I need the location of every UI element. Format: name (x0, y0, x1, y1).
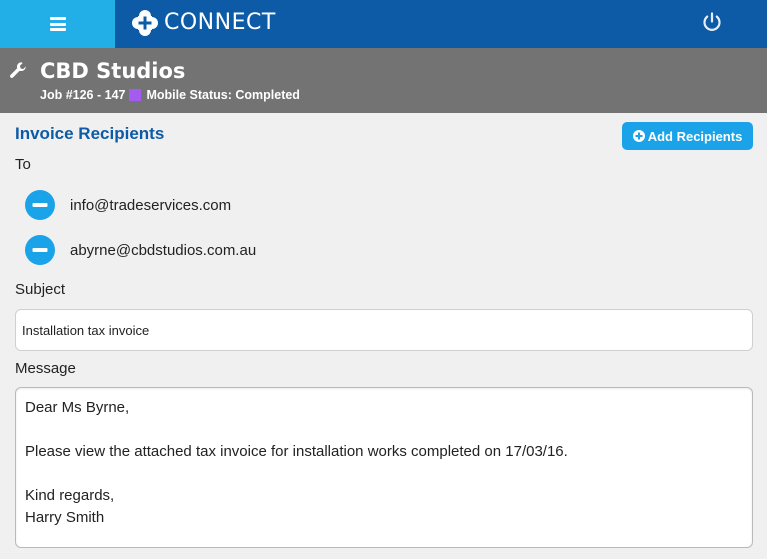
plus-cross-logo-icon (132, 10, 158, 36)
wrench-icon (10, 62, 26, 78)
add-recipients-label: Add Recipients (647, 128, 743, 144)
invoice-recipients-title: Invoice Recipients (15, 124, 165, 143)
message-line (25, 419, 743, 441)
mobile-status: Mobile Status: Completed (146, 88, 300, 102)
hamburger-menu-icon (49, 17, 66, 31)
minus-circle-icon[interactable] (25, 190, 55, 220)
to-label: To (15, 156, 31, 173)
power-icon[interactable] (701, 11, 723, 33)
job-number: Job #126 - 147 (40, 88, 126, 102)
subject-input[interactable]: Installation tax invoice (15, 309, 753, 351)
message-label: Message (15, 360, 76, 377)
minus-circle-icon[interactable] (25, 235, 55, 265)
plus-circle-icon (632, 130, 645, 142)
job-header: CBD Studios Job #126 - 147 Mobile Status… (0, 48, 767, 113)
subject-label: Subject (15, 281, 66, 298)
job-subtitle: Job #126 - 147 Mobile Status: Completed (40, 87, 300, 103)
add-recipients-button[interactable]: Add Recipients (622, 122, 753, 150)
recipient-row: abyrne@cbdstudios.com.au (25, 235, 256, 265)
message-line: Dear Ms Byrne, (25, 399, 130, 416)
brand-name: CONNECT (164, 10, 276, 35)
recipient-row: info@tradeservices.com (25, 190, 231, 220)
status-color-swatch (129, 89, 142, 101)
job-title: CBD Studios (40, 59, 186, 83)
brand: CONNECT (131, 9, 276, 37)
message-textarea[interactable]: Dear Ms Byrne, Please view the attached … (15, 387, 753, 548)
message-line (25, 463, 743, 485)
menu-button[interactable] (0, 0, 115, 48)
message-line: Harry Smith (25, 509, 105, 526)
message-line: Please view the attached tax invoice for… (25, 443, 568, 460)
message-line: Kind regards, (25, 487, 115, 504)
recipient-email: abyrne@cbdstudios.com.au (70, 241, 257, 259)
top-navigation-bar: CONNECT (0, 0, 767, 48)
recipient-email: info@tradeservices.com (70, 196, 232, 214)
